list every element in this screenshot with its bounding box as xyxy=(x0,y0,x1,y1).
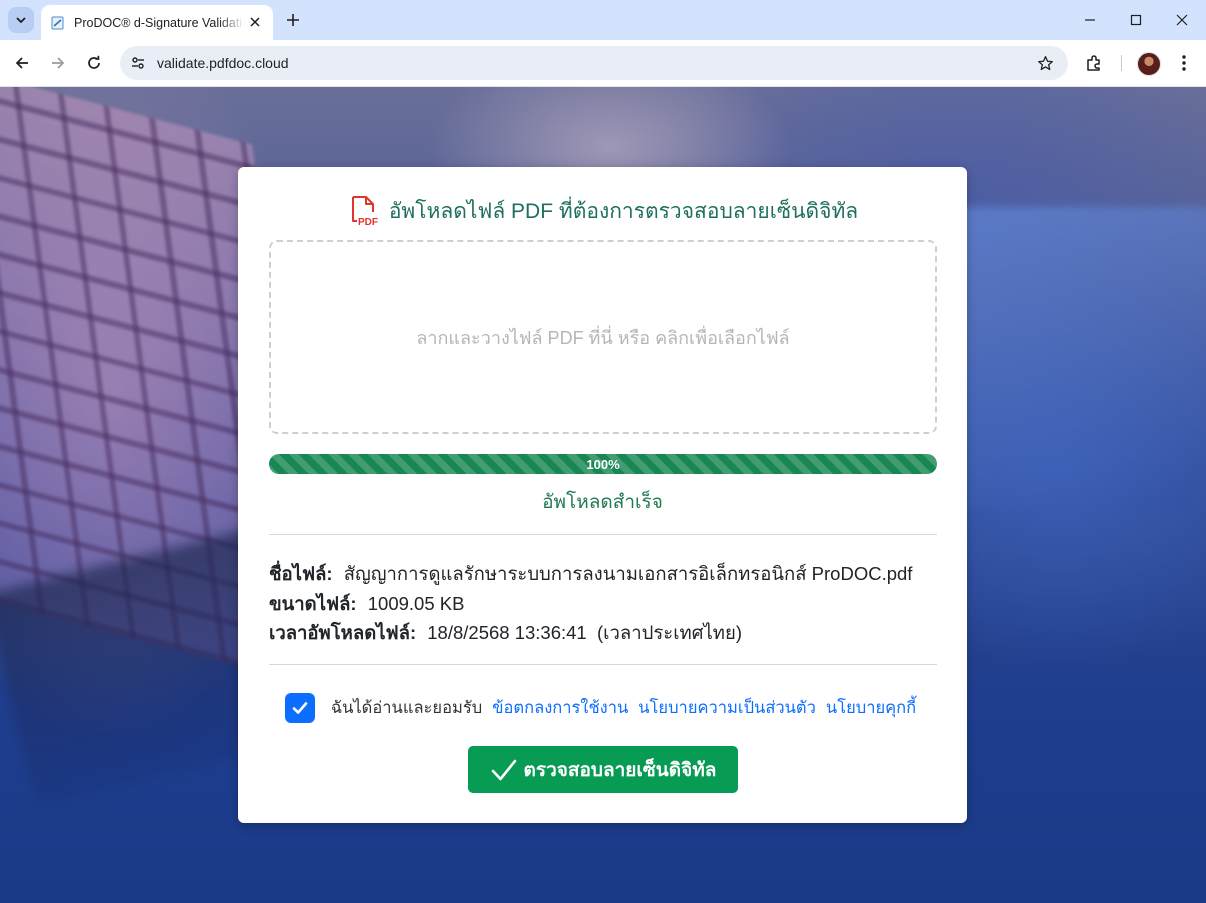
divider-bottom xyxy=(269,664,937,665)
browser-tab[interactable]: ProDOC® d-Signature Validation xyxy=(41,5,273,40)
more-menu-icon[interactable] xyxy=(1172,51,1196,75)
check-icon xyxy=(490,756,518,784)
toolbar-separator xyxy=(1121,55,1122,71)
minimize-icon[interactable] xyxy=(1080,10,1100,30)
upload-time-label: เวลาอัพโหลดไฟล์: xyxy=(269,622,417,643)
checkmark-icon xyxy=(292,702,308,714)
file-name-row: ชื่อไฟล์: สัญญาการดูแลรักษาระบบการลงนามเ… xyxy=(269,559,949,589)
reload-icon[interactable] xyxy=(82,51,106,75)
terms-link[interactable]: ข้อตกลงการใช้งาน xyxy=(492,695,628,721)
file-info: ชื่อไฟล์: สัญญาการดูแลรักษาระบบการลงนามเ… xyxy=(269,559,949,648)
cookie-policy-link[interactable]: นโยบายคุกกี้ xyxy=(826,695,916,721)
divider-top xyxy=(269,534,937,535)
upload-card: PDF อัพโหลดไฟล์ PDF ที่ต้องการตรวจสอบลาย… xyxy=(238,167,967,823)
file-size-label: ขนาดไฟล์: xyxy=(269,592,357,614)
file-size-row: ขนาดไฟล์: 1009.05 KB xyxy=(269,589,949,619)
verify-button-label: ตรวจสอบลายเซ็นดิจิทัล xyxy=(523,759,717,781)
upload-time-row: เวลาอัพโหลดไฟล์: 18/8/2568 13:36:41 (เวล… xyxy=(269,618,949,648)
address-bar[interactable]: validate.pdfdoc.cloud xyxy=(120,46,1068,80)
file-size-value: 1009.05 KB xyxy=(367,592,465,614)
extensions-icon[interactable] xyxy=(1082,51,1106,75)
tab-strip: ProDOC® d-Signature Validation xyxy=(0,0,1206,40)
maximize-icon[interactable] xyxy=(1126,10,1146,30)
file-dropzone[interactable]: ลากและวางไฟล์ PDF ที่นี่ หรือ คลิกเพื่อเ… xyxy=(269,240,937,434)
site-favicon-icon xyxy=(50,15,66,31)
upload-status-text: อัพโหลดสำเร็จ xyxy=(542,492,663,513)
progress-label: 100% xyxy=(586,456,620,472)
bookmark-star-icon[interactable] xyxy=(1036,54,1054,72)
url-text: validate.pdfdoc.cloud xyxy=(157,55,289,71)
consent-checkbox[interactable] xyxy=(284,693,315,723)
close-window-icon[interactable] xyxy=(1172,10,1192,30)
pdf-file-icon: PDF xyxy=(347,195,379,227)
dropzone-text: ลากและวางไฟล์ PDF ที่นี่ หรือ คลิกเพื่อเ… xyxy=(416,327,790,348)
new-tab-icon[interactable] xyxy=(283,10,303,30)
tab-close-icon[interactable] xyxy=(247,14,263,30)
back-arrow-icon[interactable] xyxy=(10,51,34,75)
site-settings-icon[interactable] xyxy=(129,54,147,72)
profile-avatar[interactable] xyxy=(1137,52,1161,76)
card-header: PDF อัพโหลดไฟล์ PDF ที่ต้องการตรวจสอบลาย… xyxy=(238,195,967,227)
browser-toolbar: validate.pdfdoc.cloud xyxy=(0,40,1206,87)
tab-search-button[interactable] xyxy=(8,7,34,33)
upload-progress-bar: 100% xyxy=(269,454,937,474)
pdf-icon-label: PDF xyxy=(358,217,378,227)
forward-arrow-icon[interactable] xyxy=(46,51,70,75)
privacy-policy-link[interactable]: นโยบายความเป็นส่วนตัว xyxy=(638,695,816,721)
verify-signature-button[interactable]: ตรวจสอบลายเซ็นดิจิทัล xyxy=(468,746,738,793)
consent-row: ฉันได้อ่านและยอมรับ ข้อตกลงการใช้งาน นโย… xyxy=(238,692,967,724)
file-name-label: ชื่อไฟล์: xyxy=(269,563,333,584)
chevron-down-icon xyxy=(16,17,26,24)
progress-fill: 100% xyxy=(269,454,937,474)
upload-time-value: 18/8/2568 13:36:41 (เวลาประเทศไทย) xyxy=(427,622,742,643)
consent-text: ฉันได้อ่านและยอมรับ xyxy=(330,699,483,717)
card-title: อัพโหลดไฟล์ PDF ที่ต้องการตรวจสอบลายเซ็น… xyxy=(388,199,859,223)
tab-title: ProDOC® d-Signature Validation xyxy=(74,15,244,30)
file-name-value: สัญญาการดูแลรักษาระบบการลงนามเอกสารอิเล็… xyxy=(343,563,913,584)
